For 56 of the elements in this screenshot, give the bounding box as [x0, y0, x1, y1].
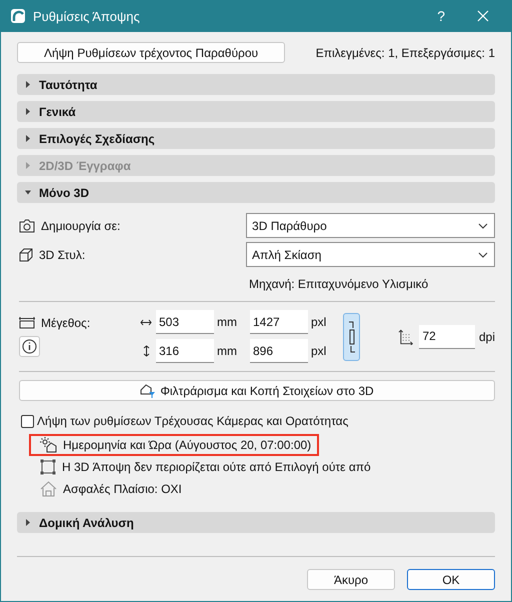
pixel-field[interactable]: 1427 [250, 310, 308, 334]
cube-icon [19, 248, 33, 262]
chain-link-icon [346, 320, 357, 354]
get-settings-button[interactable]: Λήψη Ρυθμίσεων τρέχοντος Παραθύρου [17, 42, 285, 63]
create-in-label: Δημιουργία σε: [41, 218, 120, 232]
mm-field[interactable]: 316 [156, 339, 214, 363]
section-header[interactable]: Γενικά [17, 101, 495, 122]
section-header[interactable]: Μόνο 3D [17, 182, 495, 203]
unit-label: pxl [311, 344, 328, 358]
disclosure-triangle-icon [25, 189, 31, 196]
section-header[interactable]: Δομική Ανάλυση [17, 512, 495, 533]
sun-house-icon [40, 437, 57, 453]
house-icon [40, 481, 57, 497]
style-label: 3D Στυλ: [39, 248, 86, 262]
unit-label: mm [217, 315, 238, 329]
info-icon [22, 339, 37, 354]
create-in-dropdown[interactable]: 3D Παράθυρο [246, 213, 495, 238]
size-icon [19, 317, 35, 329]
chevron-down-icon [478, 222, 488, 228]
resolution-icon [398, 328, 414, 344]
dialog-button[interactable]: Άκυρο [307, 569, 395, 590]
frame-icon [40, 459, 56, 475]
camera-icon [19, 218, 35, 232]
mm-field[interactable]: 503 [156, 310, 214, 334]
unit-label: pxl [311, 315, 328, 329]
size-label: Μέγεθος: [41, 316, 90, 330]
selection-info: Επιλεγμένες: 1, Επεξεργάσιμες: 1 [316, 46, 495, 60]
dialog-button[interactable]: OK [407, 569, 495, 590]
camera-settings-checkbox[interactable]: Λήψη των ρυθμίσεων Τρέχουσας Κάμερας και Ορατότητας [21, 414, 495, 428]
dpi-unit-label: dpi [479, 330, 496, 344]
dpi-field[interactable]: 72 [419, 324, 475, 348]
disclosure-triangle-icon [25, 135, 31, 142]
section-header[interactable]: Ταυτότητα [17, 74, 495, 95]
chevron-down-icon [478, 252, 488, 258]
info-button[interactable] [19, 336, 40, 357]
disclosure-triangle-icon [25, 162, 31, 169]
vertical-arrow-icon [142, 345, 150, 357]
link-toggle-button[interactable] [343, 312, 360, 360]
filter-button[interactable]: Φιλτράρισμα και Κοπή Στοιχείων στο 3D [19, 380, 495, 401]
house-filter-icon [140, 383, 156, 398]
pixel-field[interactable]: 896 [250, 339, 308, 363]
horizontal-arrow-icon [140, 318, 152, 326]
disclosure-triangle-icon [25, 519, 31, 526]
highlighted-info-row: Ημερομηνία και Ώρα (Αύγουστος 20, 07:00:00) [29, 434, 320, 456]
window-title: Ρυθμίσεις Άποψης [33, 8, 141, 24]
info-row: Η 3D Άποψη δεν περιορίζεται ούτε από Επιλογή ούτε από [29, 456, 379, 478]
section-header[interactable]: Επιλογές Σχεδίασης [17, 128, 495, 149]
close-icon [477, 10, 489, 22]
disclosure-triangle-icon [25, 108, 31, 115]
info-row: Ασφαλές Πλαίσιο: ΟΧΙ [29, 478, 190, 500]
help-button[interactable]: ? [425, 8, 457, 24]
disclosure-triangle-icon [25, 81, 31, 88]
unit-label: mm [217, 344, 238, 358]
style-dropdown[interactable]: Απλή Σκίαση [246, 242, 495, 267]
engine-text: Μηχανή: Επιταχυνόμενο Υλισμικό [249, 277, 430, 293]
app-logo-icon [11, 9, 25, 23]
